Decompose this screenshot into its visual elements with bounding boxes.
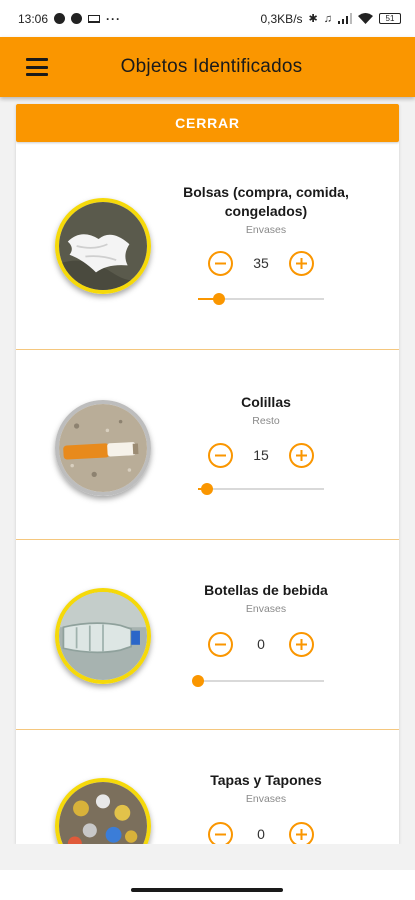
status-left: 13:06 ··· — [18, 12, 121, 26]
quantity-stepper: 15 — [208, 442, 314, 468]
network-speed: 0,3KB/s — [260, 11, 303, 26]
minus-icon — [215, 643, 226, 645]
minus-icon — [215, 454, 226, 456]
decrement-button[interactable] — [208, 821, 233, 844]
status-bar: 13:06 ··· 0,3KB/s ✱ ♫ 51 — [0, 0, 415, 37]
item-name: Botellas de bebida — [204, 582, 328, 598]
increment-button[interactable] — [289, 250, 314, 276]
status-right: 0,3KB/s ✱ ♫ 51 — [260, 11, 401, 26]
notification-app-icon — [54, 13, 66, 24]
count-value: 0 — [257, 636, 265, 652]
bottle-caps-image — [55, 778, 151, 844]
notification-app-icon — [71, 13, 83, 24]
increment-button[interactable] — [289, 821, 314, 844]
plus-icon — [296, 257, 307, 269]
plus-icon — [296, 449, 307, 461]
system-nav-bar — [0, 870, 415, 900]
quantity-slider[interactable] — [192, 674, 324, 688]
page-title: Objetos Identificados — [120, 56, 303, 77]
slider-handle[interactable] — [213, 293, 225, 305]
item-category: Envases — [245, 603, 287, 615]
item-info: Colillas Resto — [176, 393, 356, 427]
identified-objects-card: CERRAR Bolsas (compra, comida, congelado… — [16, 104, 399, 844]
minus-icon — [215, 833, 226, 835]
item-name: Colillas — [241, 394, 291, 410]
wifi-icon — [358, 13, 373, 24]
item-info: Bolsas (compra, comida, congelados) Enva… — [176, 183, 356, 236]
slider-handle[interactable] — [192, 675, 204, 687]
signal-icon — [338, 13, 352, 24]
plastic-bag-image — [55, 198, 151, 294]
item-category: Envases — [245, 793, 287, 805]
list-item: Tapas y Tapones Envases 0 — [16, 730, 399, 844]
increment-button[interactable] — [289, 442, 314, 468]
list-item: Botellas de bebida Envases 0 — [16, 540, 399, 730]
bluetooth-icon: ✱ — [308, 13, 318, 25]
quantity-slider[interactable] — [198, 482, 324, 496]
item-info: Tapas y Tapones Envases — [176, 771, 356, 805]
decrement-button[interactable] — [208, 631, 233, 657]
plastic-bottle-image — [55, 588, 151, 684]
silent-bell-icon: ♫ — [323, 12, 332, 25]
item-category: Envases — [245, 224, 287, 236]
increment-button[interactable] — [289, 631, 314, 657]
count-value: 0 — [257, 826, 265, 842]
item-category: Resto — [252, 415, 280, 427]
minus-icon — [215, 262, 226, 264]
status-time: 13:06 — [18, 11, 49, 26]
laptop-icon — [88, 14, 101, 23]
battery-icon: 51 — [379, 13, 401, 24]
app-bar: Objetos Identificados — [0, 37, 415, 97]
list-item: Colillas Resto 15 — [16, 350, 399, 540]
slider-handle[interactable] — [201, 483, 213, 495]
background-strip — [0, 844, 415, 870]
quantity-stepper: 0 — [208, 821, 314, 844]
plus-icon — [296, 638, 307, 650]
decrement-button[interactable] — [208, 442, 233, 468]
count-value: 15 — [253, 447, 269, 463]
item-name: Bolsas (compra, comida, congelados) — [183, 184, 349, 219]
quantity-slider[interactable] — [198, 292, 324, 306]
home-indicator[interactable] — [131, 888, 283, 892]
cigarette-butt-image — [55, 400, 151, 496]
plus-icon — [296, 828, 307, 840]
count-value: 35 — [253, 255, 269, 271]
quantity-stepper: 0 — [208, 631, 314, 657]
list-item: Bolsas (compra, comida, congelados) Enva… — [16, 142, 399, 350]
more-notifications-icon: ··· — [106, 11, 122, 26]
quantity-stepper: 35 — [208, 250, 314, 276]
close-button[interactable]: CERRAR — [16, 104, 399, 142]
item-name: Tapas y Tapones — [210, 772, 322, 788]
item-info: Botellas de bebida Envases — [176, 581, 356, 615]
decrement-button[interactable] — [208, 250, 233, 276]
